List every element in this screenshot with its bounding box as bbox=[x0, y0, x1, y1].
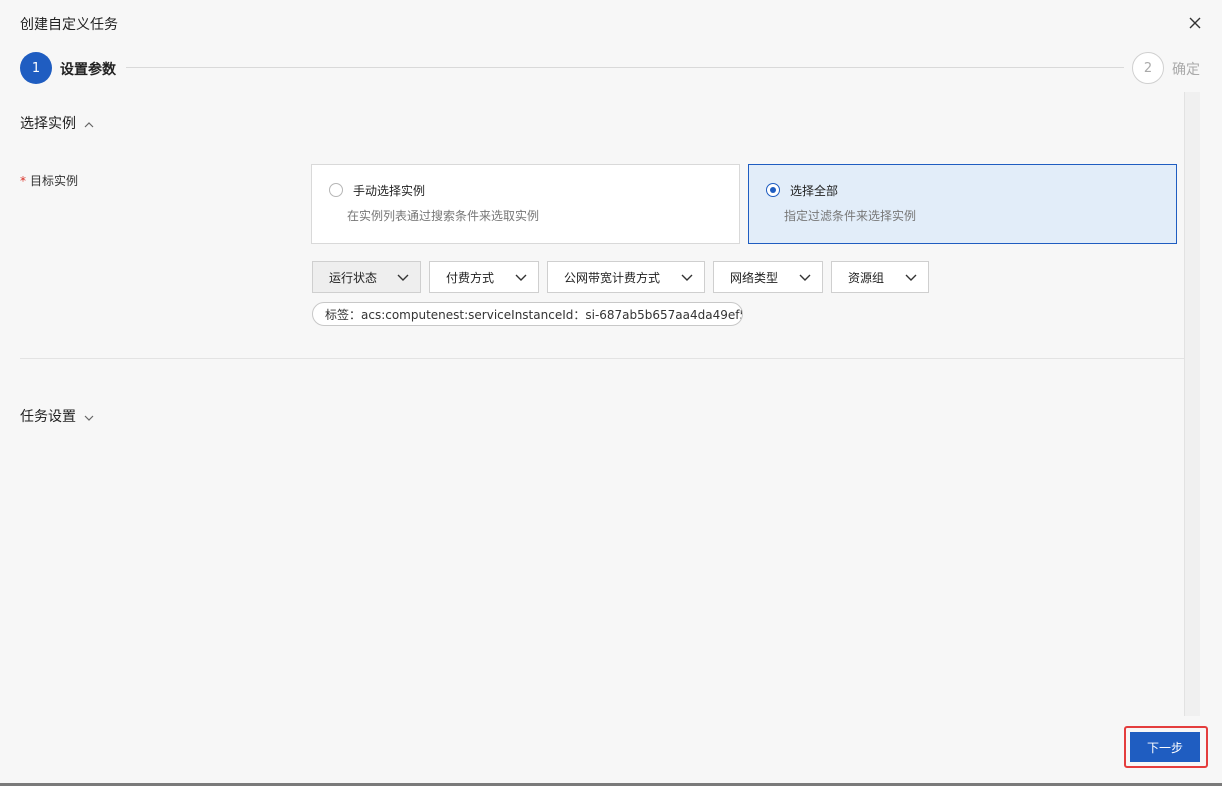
chevron-up-icon bbox=[84, 118, 94, 128]
card-title: 手动选择实例 bbox=[353, 184, 426, 198]
filter-payment-method[interactable]: 付费方式 bbox=[429, 261, 539, 293]
filter-label: 付费方式 bbox=[446, 270, 495, 285]
chevron-down-icon bbox=[799, 274, 811, 281]
section-title: 任务设置 bbox=[20, 409, 76, 425]
chevron-down-icon bbox=[905, 274, 917, 281]
filter-resource-group[interactable]: 资源组 bbox=[831, 261, 929, 293]
step-1-label: 设置参数 bbox=[60, 62, 116, 78]
radio-card-manual-select[interactable]: 手动选择实例 在实例列表通过搜索条件来选取实例 bbox=[311, 164, 740, 244]
section-select-instance-toggle[interactable]: 选择实例 bbox=[20, 113, 94, 133]
filter-bandwidth-billing[interactable]: 公网带宽计费方式 bbox=[547, 261, 705, 293]
chevron-down-icon bbox=[515, 274, 527, 281]
required-mark: * bbox=[20, 174, 26, 188]
filter-run-status[interactable]: 运行状态 bbox=[312, 261, 421, 293]
target-instance-text: 目标实例 bbox=[30, 174, 79, 188]
chevron-down-icon bbox=[397, 274, 409, 281]
radio-button[interactable] bbox=[329, 183, 343, 197]
close-icon[interactable] bbox=[1186, 14, 1204, 32]
create-custom-task-dialog: 创建自定义任务 1 设置参数 2 确定 选择实例 * 目标实例 手动选择实例 在实… bbox=[0, 0, 1222, 786]
dialog-title: 创建自定义任务 bbox=[20, 17, 118, 33]
step-2-label: 确定 bbox=[1172, 62, 1200, 78]
step-2-indicator: 2 bbox=[1132, 52, 1164, 84]
radio-button-selected[interactable] bbox=[766, 183, 780, 197]
step-connector bbox=[126, 67, 1124, 68]
filter-label: 公网带宽计费方式 bbox=[564, 270, 661, 285]
chevron-down-icon bbox=[681, 274, 693, 281]
tag-filter-chip[interactable]: 标签：acs:computenest:serviceInstanceId：si-… bbox=[312, 302, 743, 326]
section-title: 选择实例 bbox=[20, 116, 76, 132]
target-instance-label: * 目标实例 bbox=[20, 172, 78, 189]
section-divider bbox=[20, 358, 1184, 359]
filter-label: 网络类型 bbox=[730, 270, 779, 285]
card-description: 在实例列表通过搜索条件来选取实例 bbox=[347, 209, 540, 223]
section-task-settings-toggle[interactable]: 任务设置 bbox=[20, 406, 94, 426]
next-step-button[interactable]: 下一步 bbox=[1130, 732, 1200, 762]
filter-label: 运行状态 bbox=[329, 270, 378, 285]
chevron-down-icon bbox=[84, 411, 94, 421]
card-title: 选择全部 bbox=[790, 184, 839, 198]
filter-label: 资源组 bbox=[848, 270, 885, 285]
radio-card-select-all[interactable]: 选择全部 指定过滤条件来选择实例 bbox=[748, 164, 1177, 244]
step-1-indicator: 1 bbox=[20, 52, 52, 84]
card-description: 指定过滤条件来选择实例 bbox=[784, 209, 917, 223]
scrollbar[interactable] bbox=[1184, 92, 1200, 716]
filter-network-type[interactable]: 网络类型 bbox=[713, 261, 823, 293]
